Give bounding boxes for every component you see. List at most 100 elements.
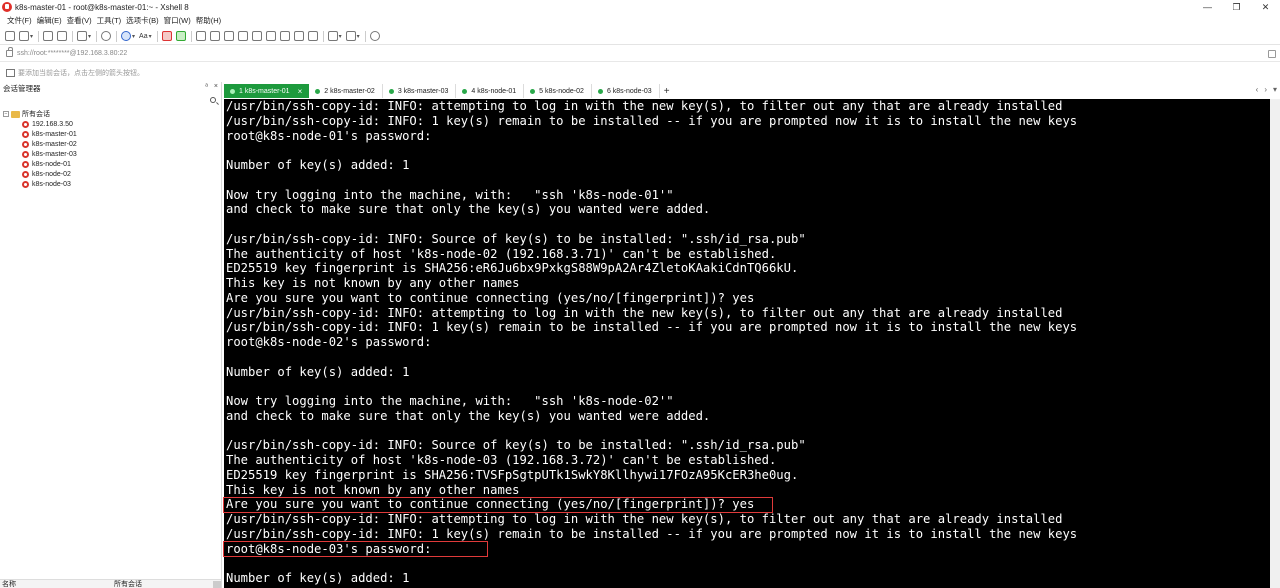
add-tab-button[interactable]: + bbox=[664, 84, 670, 98]
new-tab-icon[interactable] bbox=[77, 31, 88, 41]
terminal-output[interactable]: /usr/bin/ssh-copy-id: INFO: attempting t… bbox=[224, 99, 1270, 588]
layout-icon[interactable] bbox=[327, 31, 338, 41]
tab-next-icon[interactable]: › bbox=[1264, 85, 1267, 94]
minimize-button[interactable]: — bbox=[1193, 0, 1222, 14]
panel-controls: ᵃ × bbox=[199, 83, 218, 90]
globe-dropdown-icon[interactable]: ▾ bbox=[132, 33, 135, 40]
session-tab-bar: 1 k8s-master-01 × 2 k8s-master-02 3 k8s-… bbox=[224, 83, 1280, 98]
address-options-icon[interactable] bbox=[1268, 50, 1276, 58]
globe-icon[interactable] bbox=[121, 31, 132, 41]
menu-file[interactable]: 文件(F) bbox=[7, 15, 32, 26]
paste-icon[interactable] bbox=[251, 31, 262, 41]
properties-icon[interactable] bbox=[307, 31, 318, 41]
terminal-line: root@k8s-node-01's password: bbox=[226, 128, 432, 143]
pin-icon[interactable]: ᵃ bbox=[205, 83, 208, 90]
add-session-arrow-icon[interactable] bbox=[6, 68, 15, 77]
collapse-icon[interactable]: − bbox=[3, 111, 9, 117]
tab-prev-icon[interactable]: ‹ bbox=[1256, 85, 1259, 94]
copy-icon[interactable] bbox=[223, 31, 234, 41]
search-icon[interactable] bbox=[101, 31, 112, 41]
tab-k8s-node-02[interactable]: 5 k8s-node-02 bbox=[524, 84, 592, 98]
toolbar-separator bbox=[156, 30, 158, 42]
tree-session-item[interactable]: k8s-node-01 bbox=[0, 159, 221, 169]
connected-status-icon bbox=[388, 88, 394, 94]
menu-tabs[interactable]: 选项卡(B) bbox=[126, 15, 159, 26]
new-tab-dropdown-icon[interactable]: ▾ bbox=[88, 33, 91, 40]
tab-k8s-node-01[interactable]: 4 k8s-node-01 bbox=[456, 84, 525, 98]
tab-list-icon[interactable]: ▾ bbox=[1273, 85, 1277, 94]
tree-root-all-sessions[interactable]: − 所有会话 bbox=[0, 109, 221, 119]
tab-k8s-master-03[interactable]: 3 k8s-master-03 bbox=[383, 84, 457, 98]
session-search[interactable] bbox=[0, 95, 221, 107]
footer-scrollbar[interactable] bbox=[213, 581, 221, 588]
menu-window[interactable]: 窗口(W) bbox=[164, 15, 191, 26]
compose-icon[interactable] bbox=[237, 31, 248, 41]
connected-status-icon bbox=[530, 88, 536, 94]
terminal-line: /usr/bin/ssh-copy-id: INFO: 1 key(s) rem… bbox=[226, 113, 1078, 128]
lock-icon[interactable] bbox=[209, 31, 220, 41]
terminal-line: This key is not known by any other names bbox=[226, 482, 520, 497]
terminal-line: and check to make sure that only the key… bbox=[226, 202, 711, 217]
address-bar[interactable]: ssh://root:********@192.168.3.80:22 bbox=[0, 46, 1280, 62]
open-dropdown-icon[interactable]: ▾ bbox=[30, 33, 33, 40]
tree-session-item[interactable]: k8s-node-03 bbox=[0, 179, 221, 189]
tree-session-item[interactable]: k8s-master-01 bbox=[0, 129, 221, 139]
menu-tools[interactable]: 工具(T) bbox=[97, 15, 122, 26]
layout-dropdown-icon[interactable]: ▾ bbox=[339, 33, 342, 40]
column-value-header[interactable]: 所有会话 bbox=[112, 579, 142, 588]
terminal-scrollbar[interactable] bbox=[1270, 99, 1280, 588]
close-button[interactable]: ✕ bbox=[1251, 0, 1280, 14]
font-dropdown-icon[interactable]: ▾ bbox=[149, 33, 152, 40]
open-folder-icon[interactable] bbox=[19, 31, 29, 41]
log-icon[interactable] bbox=[279, 31, 290, 41]
terminal-line: /usr/bin/ssh-copy-id: INFO: 1 key(s) rem… bbox=[226, 526, 1078, 541]
tile-dropdown-icon[interactable]: ▾ bbox=[357, 33, 360, 40]
tree-session-item[interactable]: k8s-master-03 bbox=[0, 149, 221, 159]
address-text[interactable]: ssh://root:********@192.168.3.80:22 bbox=[17, 50, 127, 57]
script-icon[interactable] bbox=[265, 31, 276, 41]
tab-k8s-master-01[interactable]: 1 k8s-master-01 × bbox=[224, 84, 310, 98]
session-icon bbox=[22, 130, 29, 138]
properties-header: 名称 所有会话 bbox=[0, 579, 221, 588]
toolbar: ▾ ▾ ▾ Aa ▾ ▾ ▾ bbox=[0, 28, 1280, 45]
session-icon bbox=[22, 170, 29, 178]
terminal-line: and check to make sure that only the key… bbox=[226, 408, 711, 423]
tree-session-item[interactable]: 192.168.3.50 bbox=[0, 119, 221, 129]
terminal-line: Number of key(s) added: 1 bbox=[226, 571, 410, 585]
print-icon[interactable] bbox=[293, 31, 304, 41]
tree-session-item[interactable]: k8s-master-02 bbox=[0, 139, 221, 149]
font-button[interactable]: Aa bbox=[139, 33, 148, 40]
confirm-prompt-highlight bbox=[223, 497, 773, 513]
menu-edit[interactable]: 编辑(E) bbox=[37, 15, 62, 26]
toolbar-separator bbox=[72, 30, 74, 42]
terminal-line: Number of key(s) added: 1 bbox=[226, 158, 410, 172]
panel-close-icon[interactable]: × bbox=[214, 83, 218, 90]
help-icon[interactable] bbox=[369, 31, 380, 41]
tree-session-item[interactable]: k8s-node-02 bbox=[0, 169, 221, 179]
new-session-icon[interactable] bbox=[5, 31, 15, 41]
tab-k8s-master-02[interactable]: 2 k8s-master-02 bbox=[309, 84, 383, 98]
reconnect-icon[interactable] bbox=[43, 31, 54, 41]
terminal-line: Number of key(s) added: 1 bbox=[226, 364, 410, 379]
xftp-icon[interactable] bbox=[161, 31, 172, 41]
terminal-line: This key is not known by any other names bbox=[226, 276, 520, 290]
tile-icon[interactable] bbox=[345, 31, 356, 41]
search-icon[interactable] bbox=[210, 97, 216, 103]
menu-view[interactable]: 查看(V) bbox=[67, 15, 92, 26]
column-name-header[interactable]: 名称 bbox=[0, 579, 16, 588]
window-title: k8s-master-01 - root@k8s-master-01:~ - X… bbox=[15, 2, 189, 12]
tree-root-label: 所有会话 bbox=[22, 111, 50, 118]
session-label: k8s-node-01 bbox=[32, 160, 71, 168]
tab-k8s-node-03[interactable]: 6 k8s-node-03 bbox=[592, 84, 660, 98]
transfer-icon[interactable] bbox=[175, 31, 186, 41]
keyboard-icon[interactable] bbox=[195, 31, 206, 41]
tab-close-icon[interactable]: × bbox=[298, 87, 303, 96]
disconnect-icon[interactable] bbox=[57, 31, 68, 41]
menu-help[interactable]: 帮助(H) bbox=[196, 15, 221, 26]
session-icon bbox=[22, 150, 29, 158]
toolbar-separator bbox=[190, 30, 192, 42]
maximize-button[interactable]: ❐ bbox=[1222, 0, 1251, 14]
session-icon bbox=[22, 180, 29, 188]
